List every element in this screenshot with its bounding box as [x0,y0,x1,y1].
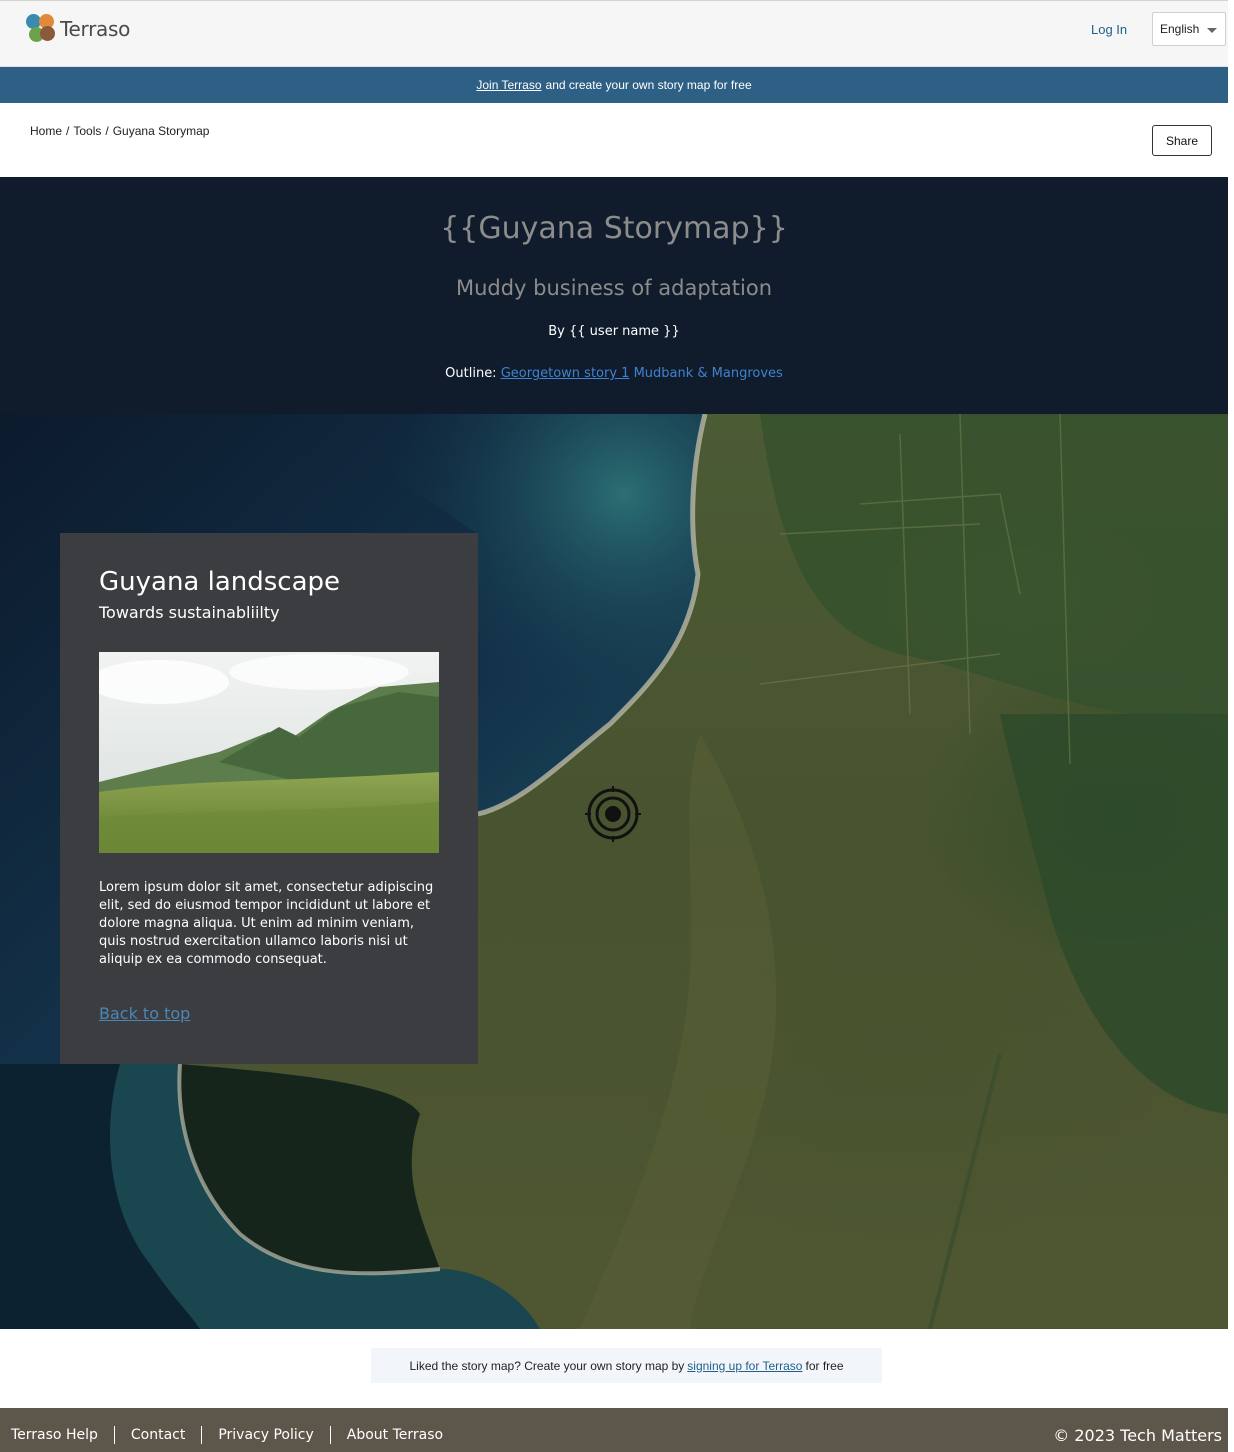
breadcrumb-separator: / [66,124,70,138]
footer-divider [201,1426,203,1444]
footer-link-privacy[interactable]: Privacy Policy [218,1427,313,1443]
join-banner: Join Terraso and create your own story m… [0,67,1228,103]
story-title: {{Guyana Storymap}} [440,211,788,246]
signup-prefix: Liked the story map? Create your own sto… [409,1358,685,1373]
language-select[interactable]: English [1152,12,1226,46]
outline-link-georgetown[interactable]: Georgetown story 1 [501,366,630,381]
story-card: Guyana landscape Towards sustainabliilty [60,533,478,1064]
share-button[interactable]: Share [1152,125,1212,156]
story-title-section: {{Guyana Storymap}} Muddy business of ad… [0,177,1228,414]
copyright-text: © 2023 Tech Matters [1053,1426,1222,1445]
footer-link-contact[interactable]: Contact [131,1427,185,1443]
footer-divider [329,1426,331,1444]
language-value: English [1160,22,1200,36]
app-header: Terraso Log In English [0,0,1228,67]
landscape-image [99,652,439,853]
outline-link-mudbank[interactable]: Mudbank & Mangroves [634,366,783,381]
story-byline: By {{ user name }} [548,324,680,339]
footer: Terraso Help Contact Privacy Policy Abou… [0,1408,1228,1452]
signup-prompt: Liked the story map? Create your own sto… [371,1348,882,1383]
join-terraso-link[interactable]: Join Terraso [476,78,541,92]
signup-suffix: for free [805,1358,844,1373]
terraso-logo[interactable]: Terraso [26,14,130,44]
login-link[interactable]: Log In [1091,22,1127,37]
card-body: Lorem ipsum dolor sit amet, consectetur … [99,880,434,967]
chevron-down-icon [1207,28,1217,33]
join-banner-text: and create your own story map for free [545,78,752,92]
target-marker-icon[interactable] [585,786,641,842]
story-outline: Outline: Georgetown story 1 Mudbank & Ma… [0,366,1228,381]
signup-link[interactable]: signing up for Terraso [687,1359,802,1373]
story-subtitle: Muddy business of adaptation [455,276,773,300]
card-subtitle: Towards sustainabliilty [99,603,280,622]
footer-links: Terraso Help Contact Privacy Policy Abou… [11,1426,443,1444]
footer-divider [113,1426,115,1444]
breadcrumb-row: Home / Tools / Guyana Storymap Share [0,103,1228,177]
logo-text: Terraso [60,17,131,41]
breadcrumb-current: Guyana Storymap [112,124,210,138]
breadcrumb-separator: / [105,124,109,138]
breadcrumb-tools[interactable]: Tools [73,124,101,138]
back-to-top-link[interactable]: Back to top [99,1004,190,1023]
breadcrumb: Home / Tools / Guyana Storymap [30,124,209,138]
breadcrumb-home[interactable]: Home [30,124,62,138]
card-title: Guyana landscape [99,567,341,597]
footer-link-help[interactable]: Terraso Help [11,1427,98,1443]
terraso-logo-icon [26,14,56,44]
footer-link-about[interactable]: About Terraso [347,1427,443,1443]
outline-label: Outline: [445,366,497,381]
